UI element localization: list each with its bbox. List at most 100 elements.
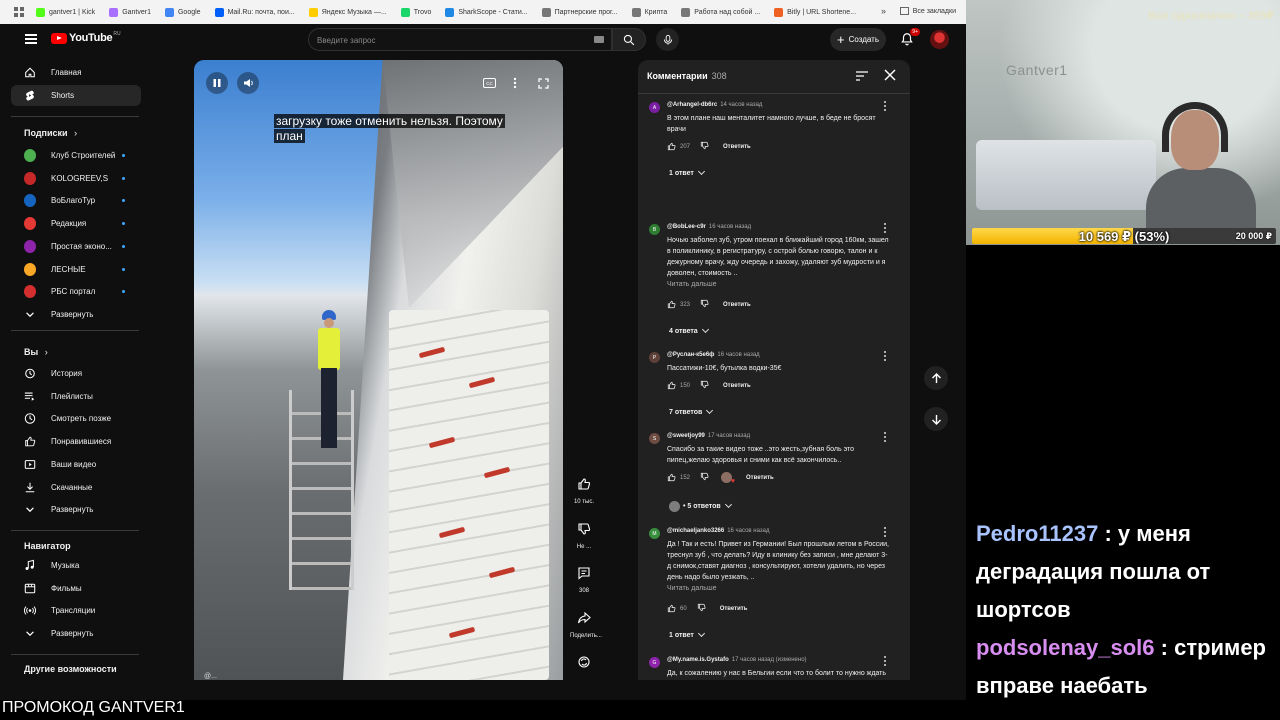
- comment-avatar[interactable]: S: [649, 433, 660, 444]
- comment-menu-icon[interactable]: [882, 432, 888, 442]
- dislike-icon[interactable]: [700, 299, 709, 308]
- comment-author[interactable]: @My.name.is.Gystafo: [667, 657, 729, 663]
- comment-author[interactable]: @BobLee-c9r: [667, 224, 706, 230]
- notifications-button[interactable]: 9+: [900, 28, 920, 46]
- bookmark-item[interactable]: Gantver1: [109, 7, 151, 17]
- replies-toggle[interactable]: 4 ответа: [669, 325, 709, 335]
- bookmark-item[interactable]: gantver1 | Kick: [36, 7, 95, 17]
- sidebar-item[interactable]: ЛЕСНЫЕ: [11, 259, 141, 280]
- sort-icon[interactable]: [856, 71, 868, 81]
- volume-button[interactable]: [237, 72, 259, 94]
- sidebar-item[interactable]: Развернуть: [11, 623, 141, 644]
- bookmark-item[interactable]: Партнерские прог...: [541, 7, 618, 17]
- bookmark-item[interactable]: Trovo: [400, 7, 431, 17]
- comment-action[interactable]: 308: [570, 561, 598, 594]
- sidebar-item[interactable]: Скачанные: [11, 477, 141, 498]
- reply-button[interactable]: Ответить: [746, 475, 774, 481]
- comment-avatar[interactable]: Р: [649, 352, 660, 363]
- next-short-button[interactable]: [924, 407, 948, 431]
- comment-menu-icon[interactable]: [882, 656, 888, 666]
- comment-menu-icon[interactable]: [882, 101, 888, 111]
- search-input[interactable]: [317, 33, 587, 47]
- apps-grid-icon[interactable]: [14, 7, 24, 17]
- comment-author[interactable]: @michaeljanko3266: [667, 528, 724, 534]
- search-button[interactable]: [612, 28, 646, 51]
- sidebar-item[interactable]: История: [11, 363, 141, 384]
- sidebar-item[interactable]: Понравившиеся: [11, 431, 141, 452]
- remix-action[interactable]: [570, 650, 598, 674]
- reply-button[interactable]: Ответить: [723, 144, 751, 150]
- sidebar-item[interactable]: ВоБлагоТур: [11, 190, 141, 211]
- bookmark-item[interactable]: Google: [164, 7, 201, 17]
- like-icon[interactable]: [667, 300, 676, 309]
- more-options-button[interactable]: [507, 75, 523, 91]
- dislike-icon[interactable]: [700, 472, 709, 481]
- sidebar-item[interactable]: Ваши видео: [11, 454, 141, 475]
- sidebar-item[interactable]: Главная: [11, 62, 141, 83]
- bookmark-item[interactable]: Яндекс Музыка —...: [308, 7, 387, 17]
- like-action[interactable]: 10 тыс.: [570, 472, 598, 505]
- share-action[interactable]: Поделить...: [570, 606, 602, 639]
- pause-button[interactable]: [206, 72, 228, 94]
- bookmark-item[interactable]: Крипта: [631, 7, 667, 17]
- channel-handle[interactable]: @...: [204, 673, 217, 680]
- replies-toggle[interactable]: 7 ответов: [669, 406, 714, 416]
- sidebar-item[interactable]: Музыка: [11, 555, 141, 576]
- dislike-icon[interactable]: [700, 141, 709, 150]
- keyboard-icon[interactable]: [594, 36, 604, 43]
- sidebar-item[interactable]: Фильмы: [11, 578, 141, 599]
- voice-search-button[interactable]: [656, 28, 679, 51]
- comment-menu-icon[interactable]: [882, 351, 888, 361]
- comment-menu-icon[interactable]: [882, 527, 888, 537]
- menu-icon[interactable]: [25, 34, 37, 44]
- sidebar-item[interactable]: Смотреть позже: [11, 408, 141, 429]
- shorts-video-player[interactable]: загрузку тоже отменить нельзя. Поэтому п…: [194, 60, 563, 680]
- sidebar-item[interactable]: Трансляции: [11, 600, 141, 621]
- bookmark-item[interactable]: Mail.Ru: почта, пои...: [214, 7, 295, 17]
- read-more-link[interactable]: Читать дальше: [667, 281, 716, 288]
- read-more-link[interactable]: Читать дальше: [667, 585, 716, 592]
- comment-menu-icon[interactable]: [882, 223, 888, 233]
- replies-toggle[interactable]: 1 ответ: [669, 629, 705, 639]
- sidebar-item[interactable]: Редакция: [11, 213, 141, 234]
- bookmarks-overflow-button[interactable]: »: [881, 6, 886, 16]
- all-bookmarks-button[interactable]: Все закладки: [899, 7, 956, 15]
- comment-avatar[interactable]: M: [649, 528, 660, 539]
- replies-toggle[interactable]: • 5 ответов: [669, 500, 732, 512]
- previous-short-button[interactable]: [924, 366, 948, 390]
- dislike-action[interactable]: Не ...: [570, 517, 598, 550]
- comment-avatar[interactable]: B: [649, 224, 660, 235]
- dislike-icon[interactable]: [700, 380, 709, 389]
- replies-toggle[interactable]: 1 ответ: [669, 167, 705, 177]
- sidebar-item[interactable]: Простая эконо...: [11, 236, 141, 257]
- reply-button[interactable]: Ответить: [723, 383, 751, 389]
- comment-avatar[interactable]: G: [649, 657, 660, 668]
- account-avatar[interactable]: [930, 30, 949, 49]
- youtube-logo[interactable]: YouTube RU: [51, 31, 121, 44]
- bookmark-item[interactable]: SharkScope - Стати...: [445, 7, 528, 17]
- like-icon[interactable]: [667, 604, 676, 613]
- reply-button[interactable]: Ответить: [720, 606, 748, 612]
- comment-author[interactable]: @Руслан-к5е6ф: [667, 352, 714, 358]
- fullscreen-button[interactable]: [535, 75, 551, 91]
- comment-author[interactable]: @Arhangel-db6rc: [667, 102, 717, 108]
- you-heading[interactable]: Вы ›: [24, 347, 48, 357]
- like-icon[interactable]: [667, 381, 676, 390]
- like-icon[interactable]: [667, 473, 676, 482]
- like-icon[interactable]: [667, 142, 676, 151]
- reply-button[interactable]: Ответить: [723, 302, 751, 308]
- bookmark-item[interactable]: Работа над собой ...: [681, 7, 760, 17]
- close-icon[interactable]: [884, 69, 896, 81]
- bookmark-item[interactable]: Bitly | URL Shortene...: [774, 7, 856, 17]
- sidebar-item[interactable]: РБС портал: [11, 281, 141, 302]
- sidebar-item[interactable]: Плейлисты: [11, 386, 141, 407]
- create-button[interactable]: + Создать: [830, 28, 886, 51]
- comment-avatar[interactable]: A: [649, 102, 660, 113]
- sidebar-item[interactable]: Shorts: [11, 85, 141, 106]
- comment-author[interactable]: @sweetjoy99: [667, 433, 705, 439]
- sidebar-item[interactable]: Развернуть: [11, 304, 141, 325]
- sidebar-item[interactable]: KOLOGREEV,S: [11, 168, 141, 189]
- sidebar-item[interactable]: Клуб Строителей: [11, 145, 141, 166]
- sidebar-item[interactable]: Развернуть: [11, 499, 141, 520]
- captions-button[interactable]: CC: [481, 75, 497, 91]
